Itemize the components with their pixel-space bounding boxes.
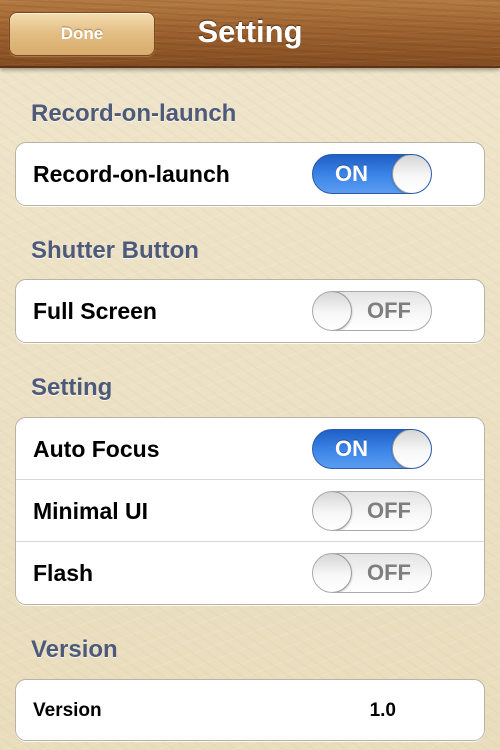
section-header-version: Version [31, 636, 118, 663]
minimal-ui-toggle[interactable]: OFF [312, 491, 432, 531]
row-minimal-ui: Minimal UI OFF [16, 480, 484, 542]
auto-focus-toggle[interactable]: ON [312, 429, 432, 469]
page-title: Setting [197, 14, 303, 49]
record-on-launch-toggle[interactable]: ON [312, 154, 432, 194]
row-label-minimal-ui: Minimal UI [33, 498, 149, 524]
row-version: Version 1.0 [16, 680, 484, 740]
navigation-bar: Done Setting [0, 0, 500, 68]
row-full-screen: Full Screen OFF [16, 280, 484, 342]
row-record-on-launch: Record-on-launch ON [16, 143, 484, 205]
row-flash: Flash OFF [16, 542, 484, 604]
section-header-setting: Setting [31, 374, 113, 401]
row-label-version: Version [33, 700, 102, 721]
version-value: 1.0 [369, 700, 396, 721]
toggle-state-label: ON [335, 436, 368, 461]
row-auto-focus: Auto Focus ON [16, 418, 484, 480]
toggle-state-label: ON [335, 161, 368, 186]
group-setting: Auto Focus ON Minimal UI OFF Flash OFF [15, 417, 485, 605]
toggle-knob [313, 554, 352, 592]
row-label-record-on-launch: Record-on-launch [33, 161, 230, 187]
group-version: Version 1.0 [15, 679, 485, 741]
section-header-shutter-button: Shutter Button [31, 237, 199, 264]
toggle-knob [313, 492, 352, 530]
toggle-state-label: OFF [367, 298, 411, 323]
toggle-state-label: OFF [367, 560, 411, 585]
row-label-full-screen: Full Screen [33, 298, 157, 324]
toggle-knob [313, 292, 352, 330]
flash-toggle[interactable]: OFF [312, 553, 432, 593]
section-header-record-on-launch: Record-on-launch [31, 100, 237, 127]
toggle-knob [392, 155, 431, 193]
row-label-auto-focus: Auto Focus [33, 436, 160, 462]
group-record-on-launch: Record-on-launch ON [15, 142, 485, 206]
toggle-state-label: OFF [367, 498, 411, 523]
toggle-knob [392, 430, 431, 468]
row-label-flash: Flash [33, 560, 94, 586]
full-screen-toggle[interactable]: OFF [312, 291, 432, 331]
group-shutter-button: Full Screen OFF [15, 279, 485, 343]
